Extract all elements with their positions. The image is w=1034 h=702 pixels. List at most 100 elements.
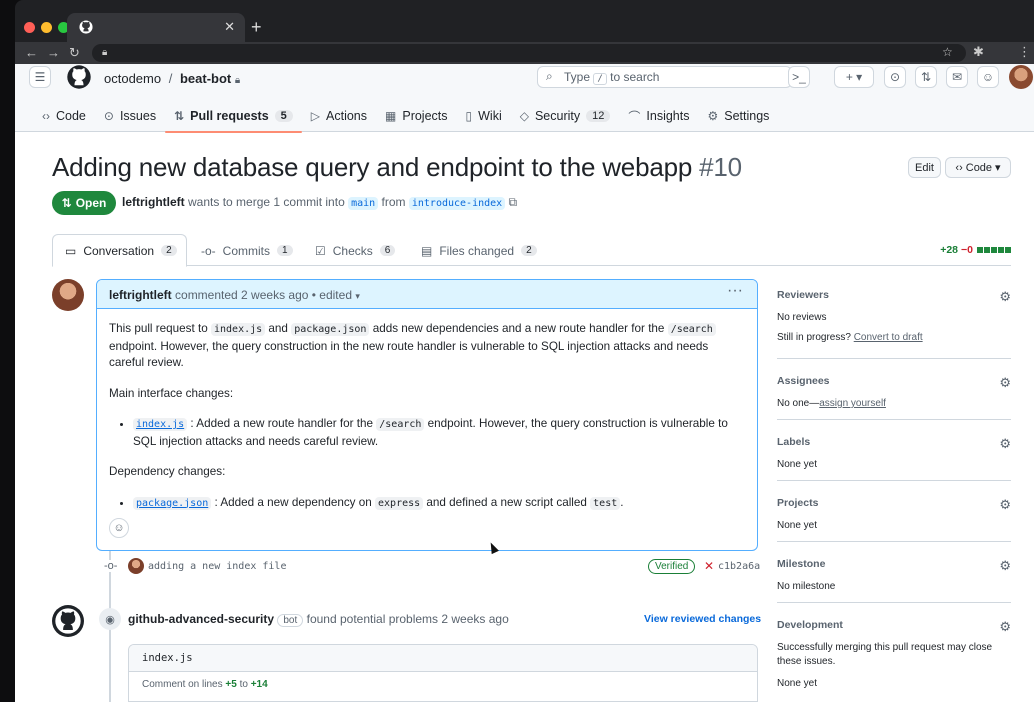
forward-icon[interactable]: → [47, 45, 60, 60]
nav-insights[interactable]: ⌒ Insights [619, 100, 698, 132]
gear-icon[interactable]: ⚙ [999, 619, 1011, 635]
browser-window: ✕ + ← → ↻ 🔒︎ ☆ ✱ ⋮ ☰ octodemo / beat-bot… [15, 0, 1034, 702]
author-avatar[interactable] [52, 279, 84, 311]
check-failed-icon[interactable]: ✕ [704, 559, 714, 573]
sidebar-heading[interactable]: Projects [777, 497, 1011, 509]
pr-tabs: ▭ Conversation 2 -o- Commits 1 ☑ Checks 6 ▤ Fil… [52, 234, 1011, 267]
nav-projects[interactable]: ▦ Projects [376, 100, 457, 132]
create-new-button[interactable]: + ▾ [834, 66, 874, 88]
chevron-down-icon[interactable]: ▾ [355, 291, 360, 301]
sidebar-heading[interactable]: Labels [777, 436, 1011, 448]
nav-actions[interactable]: ▷ Actions [302, 100, 376, 132]
close-tab-icon[interactable]: ✕ [224, 19, 235, 35]
browser-menu-icon[interactable]: ⋮ [1018, 44, 1031, 60]
text: : Added a new route handler for the [190, 417, 374, 430]
command-palette-icon[interactable]: >_ [788, 66, 810, 88]
code-icon: ‹› [42, 109, 50, 123]
tab-checks[interactable]: ☑ Checks 6 [303, 234, 407, 267]
text: No one— [777, 398, 820, 409]
timeline-commit: -o- adding a new index file Verified ✕ c… [104, 558, 760, 576]
bookmark-star-icon[interactable]: ☆ [942, 45, 953, 59]
comment-meta[interactable]: commented 2 weeks ago • edited [175, 288, 352, 302]
issues-icon[interactable]: ⊙ [884, 66, 906, 88]
gear-icon[interactable]: ⚙ [999, 436, 1011, 452]
gear-icon[interactable]: ⚙ [999, 558, 1011, 574]
head-branch[interactable]: introduce-index [408, 197, 506, 210]
address-bar[interactable]: 🔒︎ [92, 44, 966, 62]
add-reaction-icon[interactable]: ☺ [109, 518, 129, 538]
sidebar-heading[interactable]: Milestone [777, 558, 1011, 570]
sidebar-value: No one—assign yourself [777, 397, 1011, 411]
user-avatar[interactable] [1009, 65, 1033, 89]
commit-sha-link[interactable]: c1b2a6a [718, 561, 760, 572]
pr-author-link[interactable]: leftrightleft [122, 195, 185, 209]
nav-label: Code [56, 109, 86, 123]
list: package.json : Added a new dependency on… [109, 495, 745, 513]
verified-badge[interactable]: Verified [648, 559, 696, 574]
view-reviewed-changes-link[interactable]: View reviewed changes [644, 613, 761, 625]
from-text: from [381, 195, 406, 209]
inline-code: /search [376, 418, 425, 431]
sidebar-projects: Projects ⚙ None yet [777, 497, 1011, 542]
copy-icon[interactable]: ⧉ [509, 195, 518, 209]
inline-code: /search [667, 323, 716, 336]
assign-yourself-link[interactable]: assign yourself [819, 398, 886, 409]
github-logo-icon[interactable] [67, 65, 91, 89]
nav-pull-requests[interactable]: ⇅ Pull requests 5 [165, 100, 302, 133]
convert-to-draft-link[interactable]: Convert to draft [854, 332, 923, 343]
github-favicon-icon [79, 20, 93, 34]
menu-icon[interactable]: ☰ [29, 66, 51, 88]
repo-nav: ‹› Code ⊙ Issues ⇅ Pull requests 5 ▷ Actions … [15, 100, 1034, 133]
gear-icon[interactable]: ⚙ [999, 497, 1011, 513]
breadcrumb-owner[interactable]: octodemo [104, 71, 161, 86]
search-icon: ⌕ [546, 69, 553, 83]
code-button[interactable]: ‹› Code ▾ [945, 157, 1011, 178]
nav-code[interactable]: ‹› Code [33, 100, 95, 132]
bot-avatar[interactable] [52, 605, 84, 637]
inbox-icon[interactable]: ✉ [946, 66, 968, 88]
edit-button[interactable]: Edit [908, 157, 941, 178]
sidebar-heading[interactable]: Development [777, 619, 1011, 631]
tab-label: Checks [332, 243, 373, 258]
base-branch[interactable]: main [348, 197, 379, 210]
reload-icon[interactable]: ↻ [69, 45, 80, 61]
nav-security[interactable]: ◇ Security 12 [511, 100, 620, 132]
pr-state-badge: ⇅ Open [52, 191, 116, 215]
comment-paragraph: This pull request to index.js and packag… [109, 321, 745, 372]
nav-issues[interactable]: ⊙ Issues [95, 100, 165, 132]
search-placeholder-post: to search [610, 70, 660, 84]
back-icon[interactable]: ← [25, 45, 38, 60]
extensions-icon[interactable]: ✱ [973, 44, 984, 60]
tab-commits[interactable]: -o- Commits 1 [189, 234, 305, 267]
text: and [268, 322, 288, 335]
gear-icon[interactable]: ⚙ [999, 375, 1011, 391]
nav-wiki[interactable]: ▯ Wiki [457, 100, 511, 132]
sidebar-development: Development ⚙ Successfully merging this … [777, 619, 1011, 699]
tab-files-changed[interactable]: ▤ Files changed 2 [409, 234, 549, 267]
breadcrumb-repo[interactable]: beat-bot [180, 71, 231, 86]
review-author-link[interactable]: github-advanced-security [128, 612, 274, 626]
more-options-icon[interactable]: ··· [727, 282, 743, 300]
review-file-name[interactable]: index.js [129, 645, 757, 672]
lock-icon: 🔒︎ [234, 75, 241, 86]
browser-tab[interactable]: ✕ [67, 13, 245, 42]
close-window-button[interactable] [24, 22, 35, 33]
text: and defined a new script called [426, 495, 587, 509]
minimize-window-button[interactable] [41, 22, 52, 33]
nav-settings[interactable]: ⚙ Settings [698, 100, 778, 132]
tab-conversation[interactable]: ▭ Conversation 2 [52, 234, 187, 267]
commit-message-link[interactable]: adding a new index file [148, 561, 286, 572]
sidebar-value: No reviews [777, 312, 827, 323]
copilot-icon[interactable]: ☺ [977, 66, 999, 88]
sidebar-value: None yet [777, 678, 818, 689]
commit-author-avatar[interactable] [128, 558, 144, 574]
comment-author-link[interactable]: leftrightleft [109, 288, 172, 302]
sidebar-heading[interactable]: Reviewers [777, 289, 1011, 301]
file-link[interactable]: package.json [133, 496, 212, 510]
new-tab-icon[interactable]: + [251, 17, 262, 38]
search-input[interactable]: ⌕ Type / to search [537, 66, 792, 88]
file-link[interactable]: index.js [133, 418, 188, 431]
pull-requests-icon[interactable]: ⇅ [915, 66, 937, 88]
gear-icon[interactable]: ⚙ [999, 289, 1011, 305]
sidebar-heading[interactable]: Assignees [777, 375, 1011, 387]
